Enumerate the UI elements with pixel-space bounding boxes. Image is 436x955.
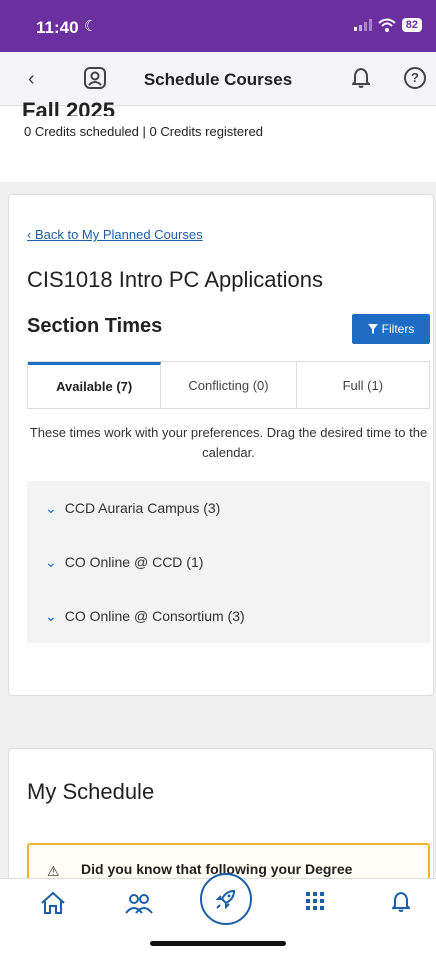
tab-full[interactable]: Full (1) (297, 362, 429, 408)
help-icon[interactable]: ? (404, 67, 426, 89)
chevron-down-icon: ⌄ (45, 553, 57, 570)
filters-button[interactable]: Filters (352, 314, 430, 344)
campus-list: ⌄ CCD Auraria Campus (3) ⌄ CO Online @ C… (27, 481, 430, 643)
bell-icon[interactable] (352, 67, 370, 89)
nav-bar: ‹ Schedule Courses ? (0, 52, 436, 106)
wifi-icon (378, 18, 396, 32)
bottom-tab-bar (0, 873, 436, 955)
rocket-button[interactable] (200, 873, 252, 925)
course-title: CIS1018 Intro PC Applications (27, 267, 323, 292)
signal-icon (353, 19, 372, 31)
chevron-down-icon: ⌄ (45, 607, 57, 624)
campus-label: CCD Auraria Campus (3) (64, 500, 221, 516)
chevron-left-icon: ‹ (27, 227, 35, 242)
course-card: ‹ Back to My Planned Courses CIS1018 Int… (8, 194, 434, 696)
bell-icon[interactable] (392, 891, 410, 913)
campus-group-online-ccd[interactable]: ⌄ CO Online @ CCD (1) (27, 535, 430, 589)
credits-summary: 0 Credits scheduled | 0 Credits register… (24, 124, 263, 139)
filter-icon (367, 324, 378, 334)
filters-label: Filters (381, 322, 415, 336)
people-icon[interactable] (124, 891, 154, 915)
schedule-title: My Schedule (27, 779, 155, 804)
status-icons: 82 (353, 18, 422, 32)
term-title: Fall 2025 (22, 100, 115, 116)
section-tabs: Available (7) Conflicting (0) Full (1) (27, 361, 430, 409)
term-card: Fall 2025 0 Credits scheduled | 0 Credit… (0, 100, 436, 182)
status-bar: 11:40 ☾ 82 (0, 0, 436, 52)
home-indicator (150, 941, 286, 946)
campus-group-auraria[interactable]: ⌄ CCD Auraria Campus (3) (27, 481, 430, 535)
tab-available[interactable]: Available (7) (28, 362, 162, 408)
status-time: 11:40 (36, 18, 79, 37)
moon-icon: ☾ (84, 18, 98, 35)
back-to-planned-link[interactable]: ‹ Back to My Planned Courses (27, 227, 203, 242)
grid-icon[interactable] (305, 891, 325, 911)
section-times-heading: Section Times (27, 315, 163, 337)
battery-icon: 82 (401, 18, 422, 32)
tab-conflicting[interactable]: Conflicting (0) (161, 362, 297, 408)
rocket-icon (215, 889, 236, 910)
page-title: Schedule Courses (143, 70, 293, 89)
campus-label: CO Online @ Consortium (3) (64, 608, 245, 624)
schedule-card: My Schedule ⚠ Did you know that followin… (8, 748, 434, 888)
home-icon[interactable] (40, 891, 66, 915)
chevron-down-icon: ⌄ (45, 499, 57, 516)
back-link-label: Back to My Planned Courses (34, 227, 203, 242)
availability-info: These times work with your preferences. … (29, 425, 428, 460)
campus-group-online-consortium[interactable]: ⌄ CO Online @ Consortium (3) (27, 589, 430, 643)
campus-label: CO Online @ CCD (1) (64, 554, 204, 570)
